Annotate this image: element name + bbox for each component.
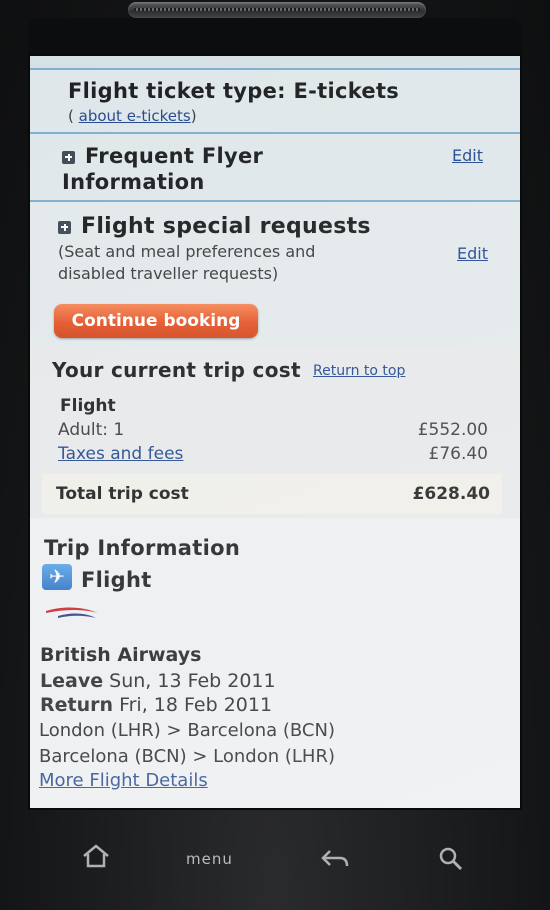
total-cost-price: £628.40 [412, 484, 490, 504]
adult-price: £552.00 [417, 420, 488, 440]
expand-plus-icon[interactable] [62, 150, 75, 164]
airplane-icon: ✈ [42, 564, 72, 590]
frequent-flyer-section: Frequent Flyer Information Edit [30, 134, 520, 202]
more-flight-details-link[interactable]: More Flight Details [39, 770, 208, 791]
return-label: Return [40, 694, 114, 716]
leave-label: Leave [40, 670, 104, 692]
return-to-top-link[interactable]: Return to top [313, 363, 405, 379]
special-requests-desc-line2: disabled traveller requests) [58, 264, 279, 283]
earpiece-speaker [128, 2, 426, 18]
leave-row: Leave Sun, 13 Feb 2011 [40, 670, 276, 692]
ticket-type-section: Flight ticket type: E-tickets ( about e-… [30, 70, 520, 134]
frequent-flyer-title[interactable]: Frequent Flyer [62, 144, 263, 168]
route-return: Barcelona (BCN) > London (LHR) [39, 746, 335, 767]
return-date: Fri, 18 Feb 2011 [119, 694, 273, 716]
search-icon[interactable] [438, 846, 464, 872]
ticket-type-note: ( about e-tickets) [68, 107, 197, 125]
screen: Flight ticket type: E-tickets ( about e-… [30, 56, 520, 808]
top-strip [30, 56, 520, 70]
paren-open: ( [68, 107, 74, 125]
paren-close: ) [190, 107, 197, 125]
expand-plus-icon[interactable] [58, 220, 71, 234]
airline-name: British Airways [40, 644, 202, 666]
back-icon[interactable] [320, 848, 350, 870]
flight-cost-label: Flight [60, 396, 116, 416]
frequent-flyer-title-line2: Information [62, 170, 205, 194]
continue-booking-button[interactable]: Continue booking [54, 304, 258, 338]
flight-heading: Flight [81, 568, 152, 592]
taxes-price: £76.40 [428, 444, 488, 464]
ticket-type-title: Flight ticket type: E-tickets [68, 79, 400, 103]
menu-button[interactable]: menu [186, 850, 233, 868]
trip-information-heading: Trip Information [44, 536, 241, 560]
special-requests-desc-line1: (Seat and meal preferences and [58, 242, 316, 261]
frequent-flyer-title-line1: Frequent Flyer [85, 144, 264, 168]
route-outbound: London (LHR) > Barcelona (BCN) [39, 720, 335, 741]
british-airways-logo [46, 607, 98, 618]
special-requests-edit-link[interactable]: Edit [457, 244, 488, 263]
phone-body: Flight ticket type: E-tickets ( about e-… [0, 0, 550, 910]
leave-date: Sun, 13 Feb 2011 [109, 670, 276, 692]
trip-cost-heading: Your current trip cost [52, 358, 301, 382]
return-row: Return Fri, 18 Feb 2011 [40, 694, 272, 716]
total-cost-label: Total trip cost [56, 484, 189, 504]
special-requests-title-text: Flight special requests [81, 214, 371, 239]
special-requests-title[interactable]: Flight special requests [58, 214, 371, 239]
frequent-flyer-edit-link[interactable]: Edit [452, 146, 483, 165]
taxes-fees-link[interactable]: Taxes and fees [58, 444, 183, 464]
about-e-tickets-link[interactable]: about e-tickets [79, 107, 191, 125]
top-bezel [28, 18, 522, 58]
adult-label: Adult: 1 [58, 420, 125, 440]
home-icon[interactable] [82, 844, 110, 868]
